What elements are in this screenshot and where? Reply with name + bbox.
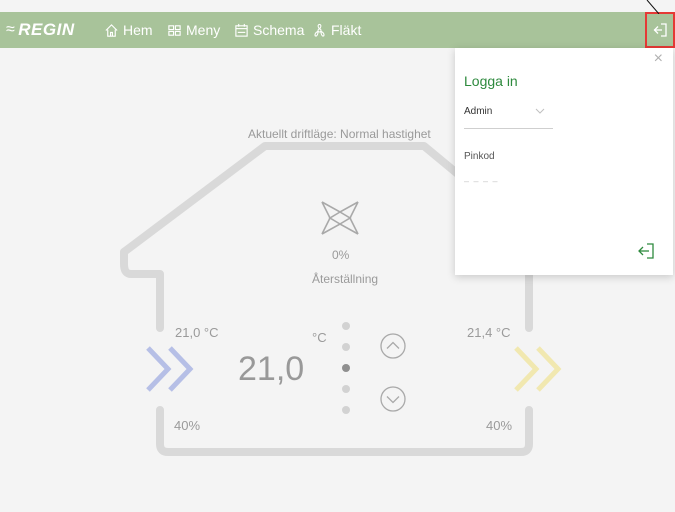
- pin-input[interactable]: – – – –: [464, 176, 544, 190]
- level-dot: [342, 406, 350, 414]
- supply-air-arrow-icon: [146, 346, 194, 392]
- user-select-value: Admin: [464, 106, 493, 117]
- setpoint-level-indicator: [342, 322, 350, 414]
- setpoint-value: 21,0: [238, 350, 305, 388]
- level-dot: [342, 343, 350, 351]
- login-panel: × Logga in Admin Pinkod – – – –: [455, 48, 673, 275]
- level-dot: [342, 322, 350, 330]
- login-title: Logga in: [464, 73, 518, 89]
- extract-air-arrow-icon: [514, 346, 562, 392]
- level-dot-active: [342, 364, 350, 372]
- setpoint-unit: °C: [312, 330, 327, 345]
- operating-mode-text: Aktuellt driftläge: Normal hastighet: [248, 127, 431, 141]
- recovery-icon: [321, 201, 359, 235]
- submit-login-button[interactable]: [637, 242, 655, 260]
- increase-setpoint-button[interactable]: [380, 333, 406, 359]
- user-select[interactable]: Admin: [464, 106, 553, 129]
- mode-label: Återställning: [312, 272, 379, 286]
- fan-speed-percent: 0%: [332, 248, 350, 262]
- chevron-down-icon: [535, 108, 545, 114]
- pin-label: Pinkod: [464, 151, 495, 162]
- supply-humidity: 40%: [174, 418, 201, 433]
- extract-temperature: 21,4 °C: [467, 325, 511, 340]
- close-icon[interactable]: ×: [654, 51, 663, 67]
- level-dot: [342, 385, 350, 393]
- decrease-setpoint-button[interactable]: [380, 386, 406, 412]
- supply-temperature: 21,0 °C: [175, 325, 219, 340]
- extract-humidity: 40%: [486, 418, 513, 433]
